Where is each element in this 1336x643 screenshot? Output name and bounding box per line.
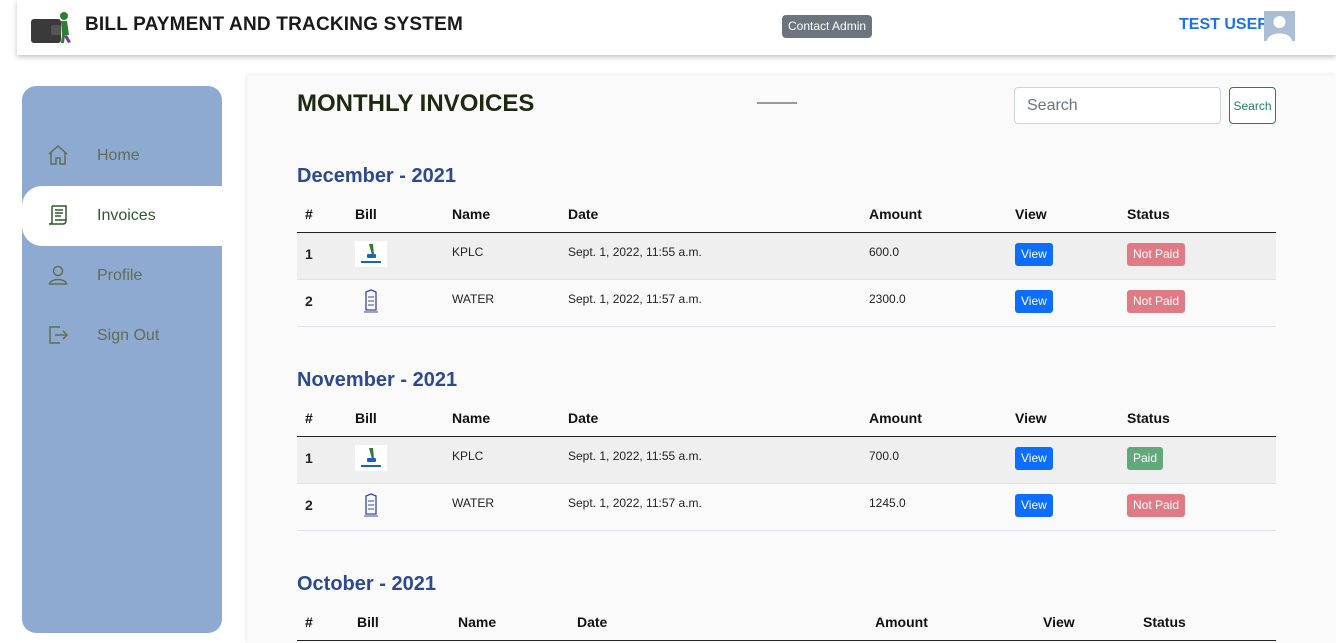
column-header: Date (569, 604, 867, 641)
top-navbar: BILL PAYMENT AND TRACKING SYSTEM Contact… (17, 0, 1336, 55)
sidebar-item-label: Invoices (97, 207, 156, 224)
water-logo-icon (364, 288, 378, 312)
bill-amount: 2300.0 (861, 279, 1007, 327)
status-badge: Paid (1127, 446, 1164, 470)
user-name-link[interactable]: TEST USER (1179, 16, 1269, 34)
column-header: Date (560, 196, 861, 233)
sidebar-item-sign-out[interactable]: Sign Out (22, 306, 222, 366)
bill-cell (347, 279, 444, 327)
view-button[interactable]: View (1015, 493, 1053, 517)
water-logo-icon (364, 492, 378, 516)
month-heading: November - 2021 (297, 369, 458, 391)
status-badge: Not Paid (1127, 289, 1186, 313)
column-header: Name (444, 196, 560, 233)
invoice-table: # Bill Name Date Amount View Status 1 KP… (297, 400, 1276, 531)
row-number: 1 (297, 436, 347, 484)
view-button[interactable]: View (1015, 446, 1053, 470)
status-badge: Not Paid (1127, 242, 1186, 266)
bill-amount: 700.0 (861, 436, 1007, 484)
view-cell: View (1007, 483, 1119, 531)
column-header: # (297, 604, 349, 641)
sidebar: Home Invoices Profile Sign Out (22, 86, 222, 633)
column-header: View (1035, 604, 1135, 641)
column-header: Name (450, 604, 569, 641)
status-cell: Not Paid (1119, 279, 1276, 327)
column-header: Bill (349, 604, 450, 641)
bill-date: Sept. 1, 2022, 11:55 a.m. (560, 436, 861, 484)
column-header: Amount (867, 604, 1035, 641)
bill-cell (347, 483, 444, 531)
sidebar-item-home[interactable]: Home (22, 126, 222, 186)
column-header: Amount (861, 196, 1007, 233)
table-header-row: # Bill Name Date Amount View Status (297, 400, 1276, 437)
sidebar-item-label: Home (97, 147, 140, 164)
view-cell: View (1007, 232, 1119, 280)
bill-name: KPLC (444, 436, 560, 484)
row-number: 2 (297, 279, 347, 327)
sidebar-item-label: Sign Out (97, 327, 160, 344)
row-number: 1 (297, 232, 347, 280)
sidebar-item-invoices[interactable]: Invoices (22, 186, 222, 246)
column-header: # (297, 400, 347, 437)
bill-date: Sept. 1, 2022, 11:55 a.m. (560, 232, 861, 280)
bill-name: WATER (444, 279, 560, 327)
bill-cell (347, 436, 444, 484)
page-title: MONTHLY INVOICES (297, 90, 535, 117)
title-divider (757, 102, 797, 104)
sidebar-item-label: Profile (97, 267, 143, 284)
main-panel: MONTHLY INVOICES Search December - 2021 … (247, 75, 1336, 643)
column-header: Amount (861, 400, 1007, 437)
table-header-row: # Bill Name Date Amount View Status (297, 604, 1276, 641)
status-cell: Not Paid (1119, 232, 1276, 280)
search-button[interactable]: Search (1229, 87, 1276, 124)
column-header: # (297, 196, 347, 233)
sign-out-icon (49, 326, 69, 344)
status-cell: Paid (1119, 436, 1276, 484)
kplc-logo-icon (355, 444, 387, 471)
column-header: Name (444, 400, 560, 437)
table-row: 2 WATER Sept. 1, 2022, 11:57 a.m. 2300.0… (297, 279, 1276, 327)
kplc-logo-icon (355, 240, 387, 267)
column-header: Status (1119, 400, 1276, 437)
column-header: View (1007, 196, 1119, 233)
invoice-table: # Bill Name Date Amount View Status (297, 604, 1276, 641)
table-header-row: # Bill Name Date Amount View Status (297, 196, 1276, 233)
bill-date: Sept. 1, 2022, 11:57 a.m. (560, 279, 861, 327)
column-header: Bill (347, 196, 444, 233)
sidebar-item-profile[interactable]: Profile (22, 246, 222, 306)
table-row: 2 WATER Sept. 1, 2022, 11:57 a.m. 1245.0… (297, 483, 1276, 531)
app-title: BILL PAYMENT AND TRACKING SYSTEM (85, 14, 463, 35)
invoice-table: # Bill Name Date Amount View Status 1 KP… (297, 196, 1276, 327)
invoice-icon (48, 205, 67, 225)
contact-admin-button[interactable]: Contact Admin (782, 15, 873, 38)
view-button[interactable]: View (1015, 242, 1053, 266)
view-cell: View (1007, 279, 1119, 327)
avatar[interactable] (1264, 11, 1295, 41)
column-header: Date (560, 400, 861, 437)
bill-name: WATER (444, 483, 560, 531)
bill-amount: 1245.0 (861, 483, 1007, 531)
column-header: View (1007, 400, 1119, 437)
month-heading: October - 2021 (297, 573, 436, 595)
bill-amount: 600.0 (861, 232, 1007, 280)
search-input[interactable] (1014, 87, 1221, 124)
bill-name: KPLC (444, 232, 560, 280)
table-row: 1 KPLC Sept. 1, 2022, 11:55 a.m. 700.0 V… (297, 436, 1276, 484)
status-badge: Not Paid (1127, 493, 1186, 517)
user-avatar-icon (1264, 11, 1295, 41)
view-button[interactable]: View (1015, 289, 1053, 313)
column-header: Status (1135, 604, 1276, 641)
bill-date: Sept. 1, 2022, 11:57 a.m. (560, 483, 861, 531)
table-row: 1 KPLC Sept. 1, 2022, 11:55 a.m. 600.0 V… (297, 232, 1276, 280)
app-logo-icon (31, 12, 71, 43)
month-heading: December - 2021 (297, 165, 456, 187)
home-icon (48, 144, 68, 165)
row-number: 2 (297, 483, 347, 531)
user-icon (48, 265, 68, 285)
bill-cell (347, 232, 444, 280)
column-header: Status (1119, 196, 1276, 233)
view-cell: View (1007, 436, 1119, 484)
column-header: Bill (347, 400, 444, 437)
status-cell: Not Paid (1119, 483, 1276, 531)
